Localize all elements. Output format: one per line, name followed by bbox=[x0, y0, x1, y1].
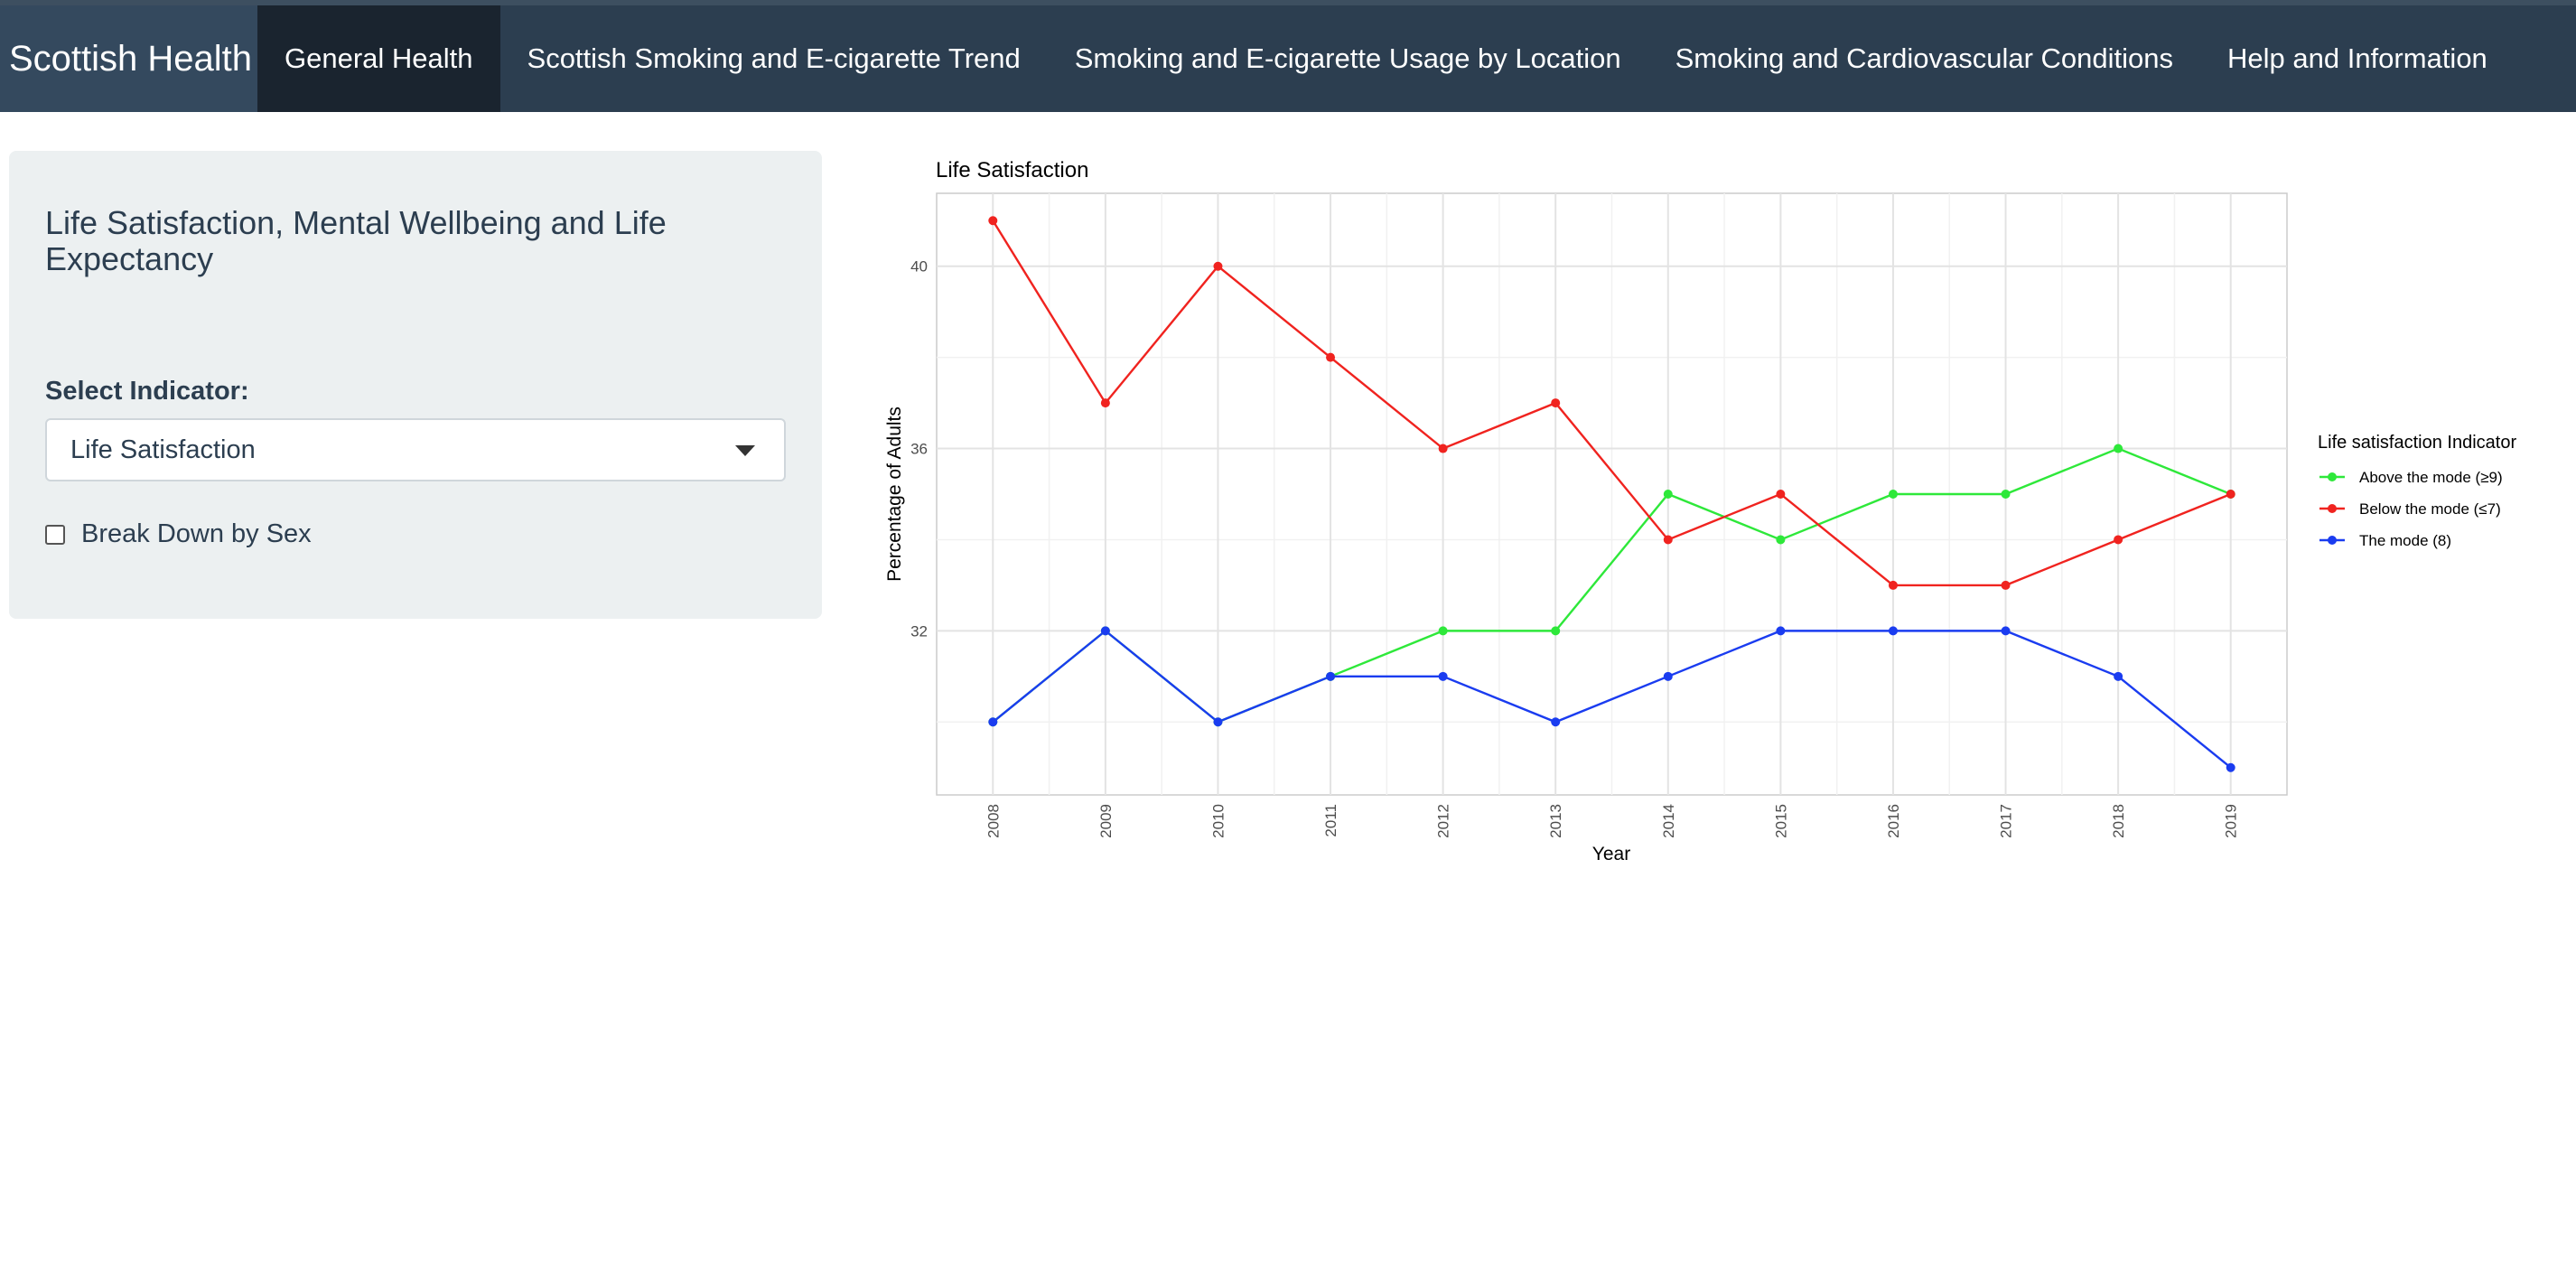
data-point bbox=[1663, 671, 1673, 681]
x-tick-label: 2019 bbox=[2223, 804, 2240, 838]
sidebar-title: Life Satisfaction, Mental Wellbeing and … bbox=[45, 204, 667, 277]
data-point bbox=[1326, 671, 1336, 681]
data-point bbox=[1326, 352, 1336, 362]
data-point bbox=[1888, 490, 1898, 499]
data-point bbox=[1438, 671, 1448, 681]
sidebar-panel: Life Satisfaction, Mental Wellbeing and … bbox=[9, 151, 822, 619]
data-point bbox=[2001, 580, 2011, 590]
data-point bbox=[1438, 626, 1448, 636]
break-down-by-sex-label: Break Down by Sex bbox=[81, 519, 312, 548]
data-point bbox=[988, 717, 998, 727]
data-point bbox=[1776, 626, 1786, 636]
life-satisfaction-chart: Life Satisfaction 32 36 40 2008 2009 2010 2011… bbox=[884, 158, 2516, 864]
x-tick-label: 2015 bbox=[1772, 804, 1789, 838]
x-tick-label: 2012 bbox=[1435, 804, 1452, 838]
x-tick-label: 2016 bbox=[1885, 804, 1902, 838]
select-indicator-label: Select Indicator: bbox=[45, 377, 249, 406]
data-point bbox=[2114, 444, 2123, 453]
data-point bbox=[1776, 490, 1786, 499]
x-tick-label: 2017 bbox=[1998, 804, 2015, 838]
x-tick-label: 2014 bbox=[1660, 804, 1677, 838]
tab-general-health[interactable]: General Health bbox=[257, 5, 500, 112]
data-point bbox=[2001, 490, 2011, 499]
data-point bbox=[1100, 398, 1110, 408]
data-point bbox=[1100, 626, 1110, 636]
navbar: Scottish Health General Health Scottish … bbox=[0, 0, 2576, 112]
legend-label: The mode (8) bbox=[2359, 532, 2451, 549]
x-tick-label: 2008 bbox=[985, 804, 1002, 838]
tab-cardiovascular[interactable]: Smoking and Cardiovascular Conditions bbox=[1648, 5, 2200, 112]
break-down-by-sex-option[interactable]: Break Down by Sex bbox=[45, 519, 312, 549]
tab-help[interactable]: Help and Information bbox=[2200, 5, 2515, 112]
data-point bbox=[1213, 261, 1223, 271]
data-point bbox=[1888, 580, 1898, 590]
y-tick-label: 36 bbox=[910, 441, 928, 458]
app-brand[interactable]: Scottish Health bbox=[0, 5, 257, 112]
break-down-by-sex-checkbox[interactable] bbox=[45, 524, 65, 545]
data-point bbox=[1213, 717, 1223, 727]
x-tick-label: 2018 bbox=[2110, 804, 2127, 838]
x-axis-label: Year bbox=[1592, 844, 1630, 864]
data-point bbox=[1438, 444, 1448, 453]
chart-title: Life Satisfaction bbox=[936, 158, 1088, 182]
data-point bbox=[1551, 626, 1561, 636]
data-point bbox=[2114, 535, 2123, 545]
data-point bbox=[2001, 626, 2011, 636]
tab-smoking-trend[interactable]: Scottish Smoking and E-cigarette Trend bbox=[500, 5, 1048, 112]
tab-usage-by-location[interactable]: Smoking and E-cigarette Usage by Locatio… bbox=[1048, 5, 1648, 112]
chevron-down-icon bbox=[735, 445, 755, 456]
data-point bbox=[1888, 626, 1898, 636]
indicator-select-value: Life Satisfaction bbox=[70, 434, 256, 464]
legend-label: Below the mode (≤7) bbox=[2359, 500, 2501, 518]
data-point bbox=[2114, 671, 2123, 681]
x-tick-label: 2013 bbox=[1547, 804, 1564, 838]
y-tick-label: 40 bbox=[910, 258, 928, 276]
legend-key-point bbox=[2328, 472, 2337, 481]
y-axis-label: Percentage of Adults bbox=[884, 406, 905, 582]
data-point bbox=[1663, 535, 1673, 545]
x-tick-label: 2009 bbox=[1097, 804, 1115, 838]
legend-key-point bbox=[2328, 536, 2337, 545]
data-point bbox=[2226, 762, 2235, 772]
x-tick-label: 2011 bbox=[1322, 804, 1339, 837]
x-tick-label: 2010 bbox=[1209, 804, 1227, 838]
data-point bbox=[1663, 490, 1673, 499]
data-point bbox=[1551, 717, 1561, 727]
legend-key-point bbox=[2328, 504, 2337, 513]
data-point bbox=[2226, 490, 2235, 499]
data-point bbox=[1776, 535, 1786, 545]
data-point bbox=[1551, 398, 1561, 408]
legend-label: Above the mode (≥9) bbox=[2359, 469, 2503, 486]
indicator-select[interactable]: Life Satisfaction bbox=[45, 418, 786, 481]
y-tick-label: 32 bbox=[910, 622, 928, 640]
legend-title: Life satisfaction Indicator bbox=[2318, 433, 2516, 453]
data-point bbox=[988, 216, 998, 226]
